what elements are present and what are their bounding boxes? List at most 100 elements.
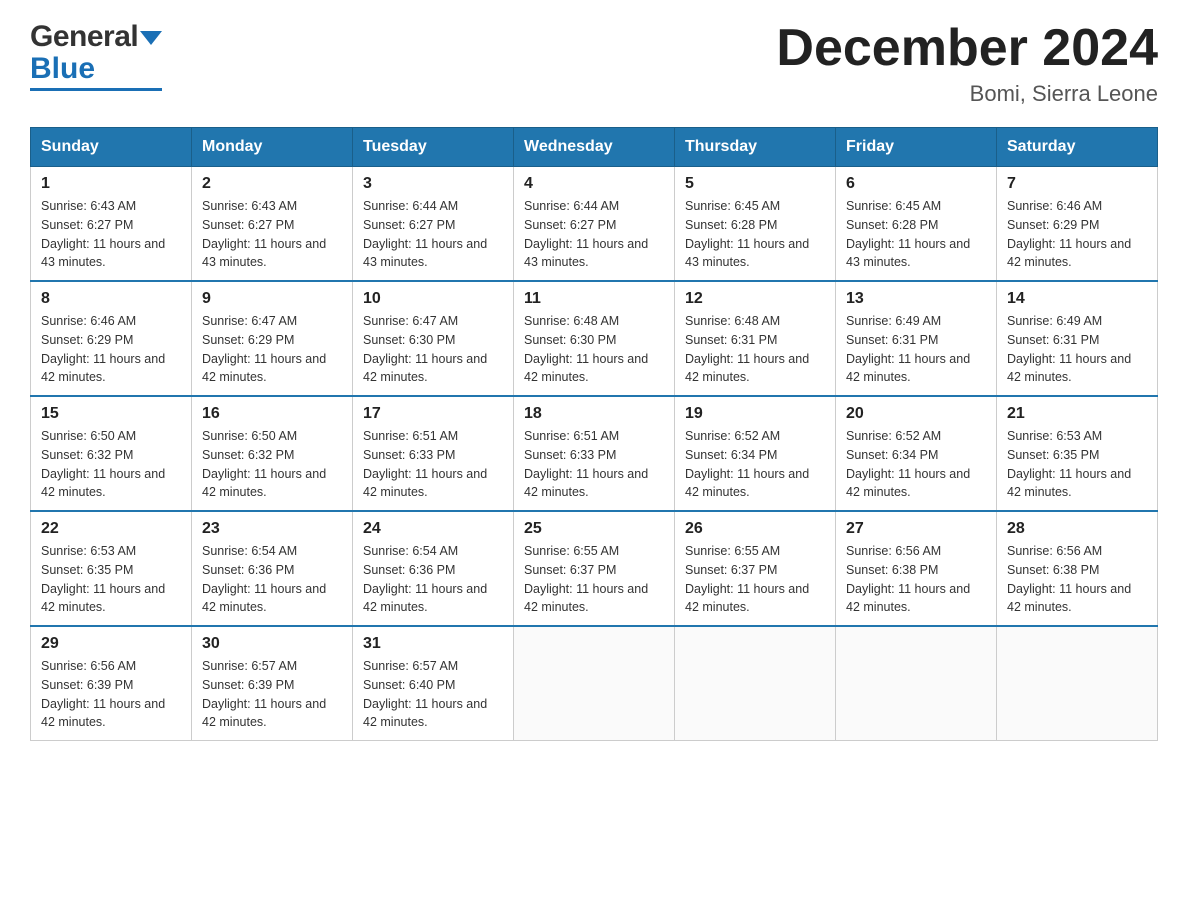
- month-title: December 2024: [776, 20, 1158, 77]
- day-number: 17: [363, 405, 503, 423]
- day-number: 30: [202, 635, 342, 653]
- day-number: 9: [202, 290, 342, 308]
- calendar-week-row: 8 Sunrise: 6:46 AMSunset: 6:29 PMDaylight…: [31, 281, 1158, 396]
- title-section: December 2024 Bomi, Sierra Leone: [776, 20, 1158, 107]
- day-number: 13: [846, 290, 986, 308]
- day-info: Sunrise: 6:53 AMSunset: 6:35 PMDaylight:…: [1007, 427, 1147, 502]
- day-info: Sunrise: 6:45 AMSunset: 6:28 PMDaylight:…: [846, 197, 986, 272]
- day-info: Sunrise: 6:47 AMSunset: 6:30 PMDaylight:…: [363, 312, 503, 387]
- calendar-day-cell: 1 Sunrise: 6:43 AMSunset: 6:27 PMDaylight…: [31, 167, 192, 282]
- calendar-day-cell: 15 Sunrise: 6:50 AMSunset: 6:32 PMDayligh…: [31, 396, 192, 511]
- day-number: 25: [524, 520, 664, 538]
- calendar-day-cell: 31Sunrise: 6:57 AMSunset: 6:40 PMDayligh…: [353, 626, 514, 741]
- day-number: 21: [1007, 405, 1147, 423]
- calendar-day-header: Sunday: [31, 128, 192, 167]
- calendar-day-header: Wednesday: [514, 128, 675, 167]
- day-number: 10: [363, 290, 503, 308]
- calendar-day-header: Friday: [836, 128, 997, 167]
- calendar-day-cell: 26Sunrise: 6:55 AMSunset: 6:37 PMDayligh…: [675, 511, 836, 626]
- calendar-day-cell: 19Sunrise: 6:52 AMSunset: 6:34 PMDayligh…: [675, 396, 836, 511]
- location-text: Bomi, Sierra Leone: [776, 81, 1158, 107]
- calendar-day-cell: 4 Sunrise: 6:44 AMSunset: 6:27 PMDaylight…: [514, 167, 675, 282]
- day-number: 6: [846, 175, 986, 193]
- calendar-week-row: 29Sunrise: 6:56 AMSunset: 6:39 PMDayligh…: [31, 626, 1158, 741]
- day-info: Sunrise: 6:50 AMSunset: 6:32 PMDaylight:…: [202, 427, 342, 502]
- day-number: 22: [41, 520, 181, 538]
- logo: General Blue: [30, 20, 162, 91]
- calendar-day-cell: [675, 626, 836, 741]
- day-info: Sunrise: 6:43 AMSunset: 6:27 PMDaylight:…: [41, 197, 181, 272]
- day-number: 20: [846, 405, 986, 423]
- day-number: 29: [41, 635, 181, 653]
- page-header: General Blue December 2024 Bomi, Sierra …: [30, 20, 1158, 107]
- calendar-day-cell: 7Sunrise: 6:46 AMSunset: 6:29 PMDaylight…: [997, 167, 1158, 282]
- logo-blue-text: Blue: [30, 52, 162, 86]
- day-info: Sunrise: 6:49 AMSunset: 6:31 PMDaylight:…: [846, 312, 986, 387]
- calendar-day-header: Thursday: [675, 128, 836, 167]
- calendar-day-cell: [997, 626, 1158, 741]
- calendar-day-cell: 17 Sunrise: 6:51 AMSunset: 6:33 PMDayligh…: [353, 396, 514, 511]
- day-number: 3: [363, 175, 503, 193]
- day-info: Sunrise: 6:56 AMSunset: 6:38 PMDaylight:…: [1007, 542, 1147, 617]
- day-number: 1: [41, 175, 181, 193]
- calendar-table: SundayMondayTuesdayWednesdayThursdayFrid…: [30, 127, 1158, 741]
- calendar-week-row: 1 Sunrise: 6:43 AMSunset: 6:27 PMDaylight…: [31, 167, 1158, 282]
- calendar-day-cell: 13 Sunrise: 6:49 AMSunset: 6:31 PMDayligh…: [836, 281, 997, 396]
- day-number: 14: [1007, 290, 1147, 308]
- day-info: Sunrise: 6:44 AMSunset: 6:27 PMDaylight:…: [363, 197, 503, 272]
- calendar-day-cell: 12Sunrise: 6:48 AMSunset: 6:31 PMDayligh…: [675, 281, 836, 396]
- day-number: 7: [1007, 175, 1147, 193]
- day-info: Sunrise: 6:57 AMSunset: 6:40 PMDaylight:…: [363, 657, 503, 732]
- calendar-week-row: 22 Sunrise: 6:53 AMSunset: 6:35 PMDayligh…: [31, 511, 1158, 626]
- day-info: Sunrise: 6:47 AMSunset: 6:29 PMDaylight:…: [202, 312, 342, 387]
- calendar-day-cell: 24 Sunrise: 6:54 AMSunset: 6:36 PMDayligh…: [353, 511, 514, 626]
- day-info: Sunrise: 6:50 AMSunset: 6:32 PMDaylight:…: [41, 427, 181, 502]
- day-info: Sunrise: 6:54 AMSunset: 6:36 PMDaylight:…: [363, 542, 503, 617]
- day-info: Sunrise: 6:54 AMSunset: 6:36 PMDaylight:…: [202, 542, 342, 617]
- calendar-day-cell: 14Sunrise: 6:49 AMSunset: 6:31 PMDayligh…: [997, 281, 1158, 396]
- day-number: 11: [524, 290, 664, 308]
- calendar-day-cell: [514, 626, 675, 741]
- calendar-day-cell: 2Sunrise: 6:43 AMSunset: 6:27 PMDaylight…: [192, 167, 353, 282]
- calendar-day-cell: 25 Sunrise: 6:55 AMSunset: 6:37 PMDayligh…: [514, 511, 675, 626]
- day-info: Sunrise: 6:48 AMSunset: 6:31 PMDaylight:…: [685, 312, 825, 387]
- calendar-day-cell: 8 Sunrise: 6:46 AMSunset: 6:29 PMDaylight…: [31, 281, 192, 396]
- calendar-day-cell: 9 Sunrise: 6:47 AMSunset: 6:29 PMDaylight…: [192, 281, 353, 396]
- day-number: 24: [363, 520, 503, 538]
- day-number: 28: [1007, 520, 1147, 538]
- logo-triangle-icon: [140, 27, 162, 49]
- day-info: Sunrise: 6:45 AMSunset: 6:28 PMDaylight:…: [685, 197, 825, 272]
- calendar-day-cell: 3 Sunrise: 6:44 AMSunset: 6:27 PMDaylight…: [353, 167, 514, 282]
- calendar-day-cell: 16 Sunrise: 6:50 AMSunset: 6:32 PMDayligh…: [192, 396, 353, 511]
- day-number: 8: [41, 290, 181, 308]
- day-number: 4: [524, 175, 664, 193]
- calendar-day-cell: 22 Sunrise: 6:53 AMSunset: 6:35 PMDayligh…: [31, 511, 192, 626]
- logo-general-text: General: [30, 20, 138, 54]
- day-number: 23: [202, 520, 342, 538]
- day-number: 27: [846, 520, 986, 538]
- calendar-day-header: Tuesday: [353, 128, 514, 167]
- calendar-day-cell: 18 Sunrise: 6:51 AMSunset: 6:33 PMDayligh…: [514, 396, 675, 511]
- day-info: Sunrise: 6:57 AMSunset: 6:39 PMDaylight:…: [202, 657, 342, 732]
- day-info: Sunrise: 6:48 AMSunset: 6:30 PMDaylight:…: [524, 312, 664, 387]
- day-number: 15: [41, 405, 181, 423]
- calendar-day-header: Monday: [192, 128, 353, 167]
- calendar-day-cell: [836, 626, 997, 741]
- day-number: 16: [202, 405, 342, 423]
- day-info: Sunrise: 6:53 AMSunset: 6:35 PMDaylight:…: [41, 542, 181, 617]
- day-info: Sunrise: 6:52 AMSunset: 6:34 PMDaylight:…: [685, 427, 825, 502]
- day-info: Sunrise: 6:52 AMSunset: 6:34 PMDaylight:…: [846, 427, 986, 502]
- calendar-header-row: SundayMondayTuesdayWednesdayThursdayFrid…: [31, 128, 1158, 167]
- day-info: Sunrise: 6:44 AMSunset: 6:27 PMDaylight:…: [524, 197, 664, 272]
- calendar-day-cell: 30 Sunrise: 6:57 AMSunset: 6:39 PMDayligh…: [192, 626, 353, 741]
- day-number: 2: [202, 175, 342, 193]
- calendar-day-header: Saturday: [997, 128, 1158, 167]
- day-number: 18: [524, 405, 664, 423]
- day-info: Sunrise: 6:55 AMSunset: 6:37 PMDaylight:…: [524, 542, 664, 617]
- calendar-day-cell: 21 Sunrise: 6:53 AMSunset: 6:35 PMDayligh…: [997, 396, 1158, 511]
- day-info: Sunrise: 6:51 AMSunset: 6:33 PMDaylight:…: [524, 427, 664, 502]
- day-info: Sunrise: 6:46 AMSunset: 6:29 PMDaylight:…: [41, 312, 181, 387]
- day-info: Sunrise: 6:51 AMSunset: 6:33 PMDaylight:…: [363, 427, 503, 502]
- calendar-day-cell: 20 Sunrise: 6:52 AMSunset: 6:34 PMDayligh…: [836, 396, 997, 511]
- calendar-day-cell: 23 Sunrise: 6:54 AMSunset: 6:36 PMDayligh…: [192, 511, 353, 626]
